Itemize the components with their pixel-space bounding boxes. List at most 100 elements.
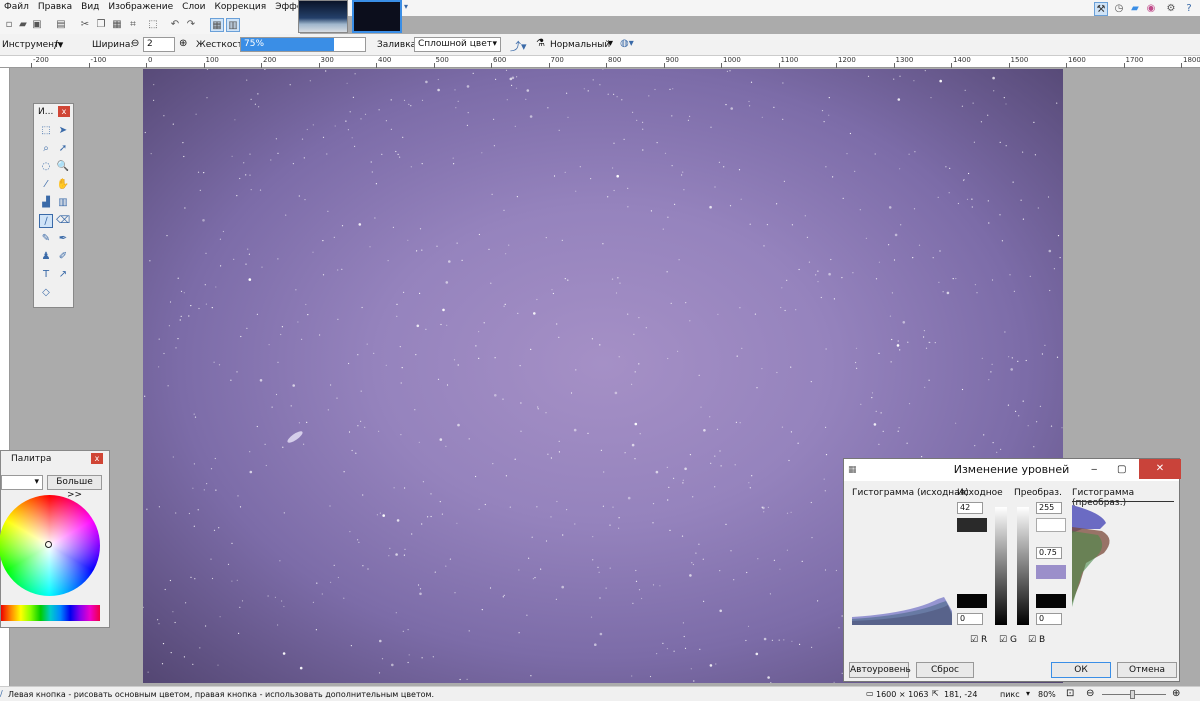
recolor-icon[interactable]: ✐: [56, 250, 70, 264]
paste-icon[interactable]: ▦: [110, 18, 124, 32]
copy-icon[interactable]: ❐: [94, 18, 108, 32]
gradient-icon[interactable]: ▥: [56, 196, 70, 210]
move-pixels-icon[interactable]: ➚: [56, 142, 70, 156]
output-low-field[interactable]: 0: [1036, 613, 1062, 625]
history-icon[interactable]: ◷: [1112, 2, 1126, 16]
alpha-blending-icon[interactable]: ◍▾: [620, 38, 634, 49]
zoom-in-icon[interactable]: ⊕: [1172, 688, 1180, 699]
ruler-label: 1100: [780, 56, 799, 64]
rulers-icon[interactable]: ▥: [226, 18, 240, 32]
shapes-icon[interactable]: ◇: [39, 286, 53, 300]
pencil-icon[interactable]: ✎: [39, 232, 53, 246]
zoom-slider-thumb[interactable]: [1130, 690, 1135, 699]
input-high-swatch[interactable]: [957, 518, 987, 532]
output-gradient-slider[interactable]: [1017, 507, 1029, 625]
help-icon[interactable]: ?: [1182, 2, 1196, 16]
input-high-field[interactable]: 42: [957, 502, 983, 514]
tool-options-bar: Инструмент: ∕▾ Ширина: ⊖ 2 ⊕ Жесткость: …: [0, 34, 1200, 56]
image-thumbnail-stars[interactable]: [352, 0, 402, 33]
hardness-slider[interactable]: 75%: [240, 37, 366, 52]
layers-icon[interactable]: ▰: [1128, 2, 1142, 16]
output-gamma-swatch[interactable]: [1036, 565, 1066, 579]
pan-icon[interactable]: ✋: [56, 178, 70, 192]
line-icon[interactable]: ↗: [56, 268, 70, 282]
grid-icon[interactable]: ▦: [210, 18, 224, 32]
lasso-icon[interactable]: ⌕: [39, 142, 53, 156]
output-high-field[interactable]: 255: [1036, 502, 1062, 514]
output-low-swatch[interactable]: [1036, 594, 1066, 608]
undo-icon[interactable]: ↶: [168, 18, 182, 32]
blend-chevron-icon[interactable]: ▾: [608, 38, 613, 49]
menu-adjustments[interactable]: Коррекция: [211, 0, 272, 12]
minimize-icon[interactable]: ‒: [1091, 459, 1097, 481]
tabs-dropdown-icon[interactable]: ▾: [404, 2, 408, 11]
color-wheel[interactable]: [0, 495, 100, 596]
close-icon[interactable]: x: [91, 453, 103, 464]
fill-select-value: Сплошной цвет: [418, 39, 492, 49]
redo-icon[interactable]: ↷: [184, 18, 198, 32]
check-g[interactable]: ☑ G: [999, 635, 1017, 645]
close-icon[interactable]: x: [58, 106, 70, 117]
output-gamma-field[interactable]: 0.75: [1036, 547, 1062, 559]
check-r[interactable]: ☑ R: [970, 635, 987, 645]
units-select[interactable]: пикс: [1000, 690, 1020, 699]
input-label: Исходное: [957, 488, 1003, 498]
paint-bucket-icon[interactable]: ▟: [39, 196, 53, 210]
magic-wand-icon[interactable]: ⁄: [39, 178, 53, 192]
eraser-icon[interactable]: ⌫: [56, 214, 70, 228]
menu-layers[interactable]: Слои: [178, 0, 210, 12]
zoom-out-icon[interactable]: ⊖: [1086, 688, 1094, 699]
menu-edit[interactable]: Правка: [34, 0, 77, 12]
crop-icon[interactable]: ⌗: [126, 18, 140, 32]
width-decrease-icon[interactable]: ⊖: [131, 38, 139, 49]
paintbrush-icon[interactable]: ∕▾: [54, 38, 63, 51]
text-icon[interactable]: T: [39, 268, 53, 282]
palette-mode-select[interactable]: ▾: [1, 475, 43, 490]
output-high-swatch[interactable]: [1036, 518, 1066, 532]
zoom-fit-icon[interactable]: ⊡: [1066, 688, 1074, 699]
input-gradient-slider[interactable]: [995, 507, 1007, 625]
color-swatches[interactable]: [1, 605, 100, 621]
reset-button[interactable]: Сброс: [916, 662, 974, 678]
color-picker-icon[interactable]: ✒: [56, 232, 70, 246]
check-b[interactable]: ☑ B: [1028, 635, 1045, 645]
cut-icon[interactable]: ✂: [78, 18, 92, 32]
units-chevron-icon[interactable]: ▾: [1026, 689, 1030, 698]
menu-view[interactable]: Вид: [77, 0, 104, 12]
blend-mode-select[interactable]: Нормальный: [550, 40, 610, 50]
clone-stamp-icon[interactable]: ♟: [39, 250, 53, 264]
cursor-icon: ⇱: [932, 689, 939, 698]
width-increase-icon[interactable]: ⊕: [179, 38, 187, 49]
open-icon[interactable]: ▰: [16, 18, 30, 32]
check-b-label: B: [1038, 635, 1046, 645]
fill-select[interactable]: Сплошной цвет ▾: [414, 37, 501, 52]
new-icon[interactable]: ▫: [2, 18, 16, 32]
menu-image[interactable]: Изображение: [104, 0, 178, 12]
settings-icon[interactable]: ⚙: [1164, 2, 1178, 16]
colors-icon[interactable]: ◉: [1144, 2, 1158, 16]
close-icon[interactable]: ✕: [1139, 459, 1181, 479]
width-input[interactable]: 2: [143, 37, 175, 52]
input-low-swatch[interactable]: [957, 594, 987, 608]
print-icon[interactable]: ▤: [54, 18, 68, 32]
move-selection-icon[interactable]: ➤: [56, 124, 70, 138]
tools-window-icon[interactable]: ⚒: [1094, 2, 1108, 16]
input-low-field[interactable]: 0: [957, 613, 983, 625]
image-thumbnail-earth[interactable]: [298, 0, 348, 33]
select-rectangle-icon[interactable]: ⬚: [39, 124, 53, 138]
more-button[interactable]: Больше >>: [47, 475, 102, 500]
color-picker-marker[interactable]: [45, 541, 52, 548]
histogram-output: [1072, 505, 1110, 607]
auto-level-button[interactable]: Автоуровень: [849, 662, 911, 678]
menu-file[interactable]: Файл: [0, 0, 34, 12]
deselect-icon[interactable]: ⬚: [146, 18, 160, 32]
cancel-button[interactable]: Отмена: [1117, 662, 1177, 678]
zoom-level[interactable]: 80%: [1038, 690, 1056, 699]
ok-button[interactable]: ОК: [1051, 662, 1111, 678]
antialias-icon[interactable]: ⤴▾: [510, 38, 527, 54]
zoom-icon[interactable]: 🔍: [56, 160, 70, 174]
paintbrush-icon[interactable]: ∕: [39, 214, 53, 228]
maximize-icon[interactable]: ▢: [1117, 459, 1126, 481]
save-icon[interactable]: ▣: [30, 18, 44, 32]
ellipse-select-icon[interactable]: ◌: [39, 160, 53, 174]
